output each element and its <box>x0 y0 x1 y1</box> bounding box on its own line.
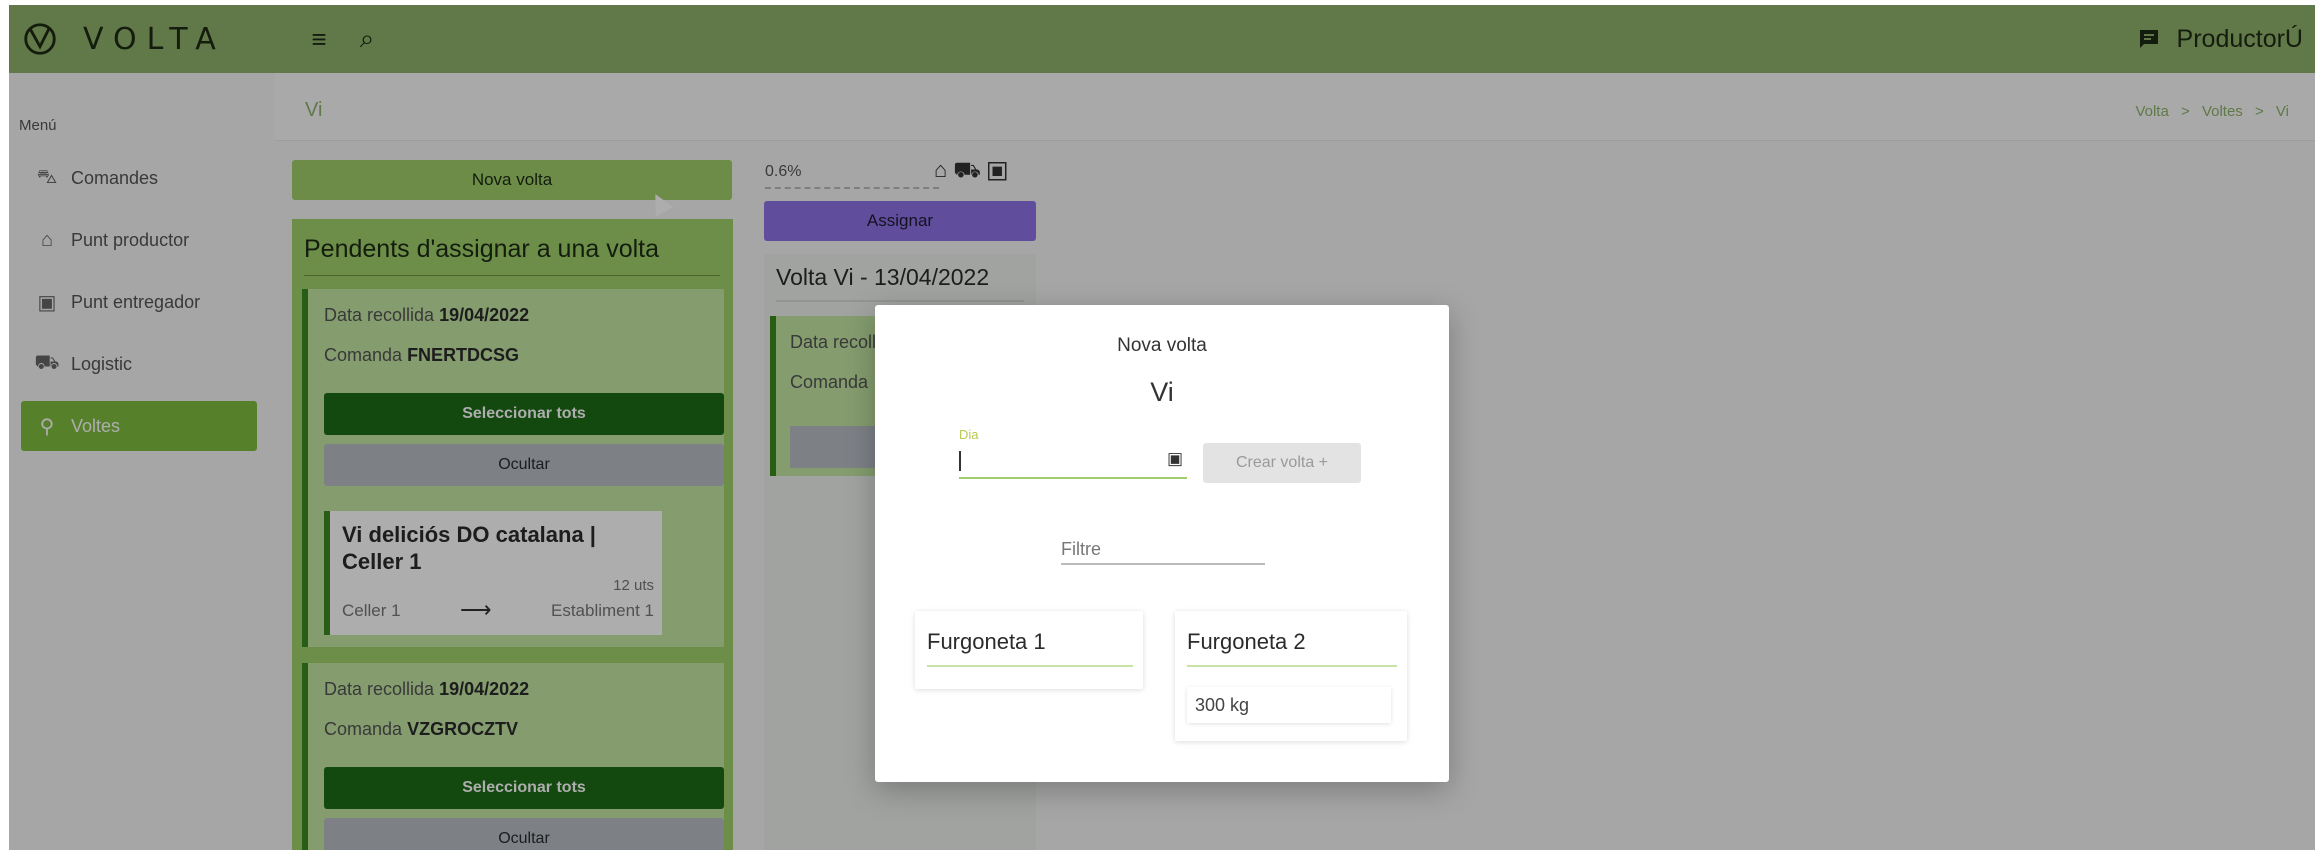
vehicle-capacity: 300 kg <box>1187 687 1391 723</box>
vehicle-card[interactable]: Furgoneta 2 300 kg <box>1175 611 1407 741</box>
date-field-label: Dia <box>959 427 979 442</box>
dialog-title: Nova volta <box>1117 335 1207 356</box>
date-field[interactable]: ▣ <box>959 443 1187 479</box>
filter-placeholder: Filtre <box>1061 539 1101 559</box>
vehicle-name: Furgoneta 1 <box>927 629 1046 654</box>
filter-input[interactable]: Filtre <box>1061 531 1265 565</box>
dialog-subtitle: Vi <box>1150 377 1174 407</box>
text-caret <box>959 451 961 471</box>
divider <box>1187 665 1397 667</box>
vehicle-name: Furgoneta 2 <box>1187 629 1306 654</box>
vehicle-card[interactable]: Furgoneta 1 <box>915 611 1143 689</box>
create-volta-button[interactable]: Crear volta + <box>1203 443 1361 483</box>
calendar-icon[interactable]: ▣ <box>1167 449 1183 469</box>
divider <box>927 665 1133 667</box>
app-frame: VOLTA ≡ ⌕ ProductorÚ Menú ⛍ Comandes ⌂ P… <box>9 5 2315 850</box>
nova-volta-dialog: Nova volta Vi Dia ▣ Crear volta + Filtre… <box>875 305 1449 782</box>
